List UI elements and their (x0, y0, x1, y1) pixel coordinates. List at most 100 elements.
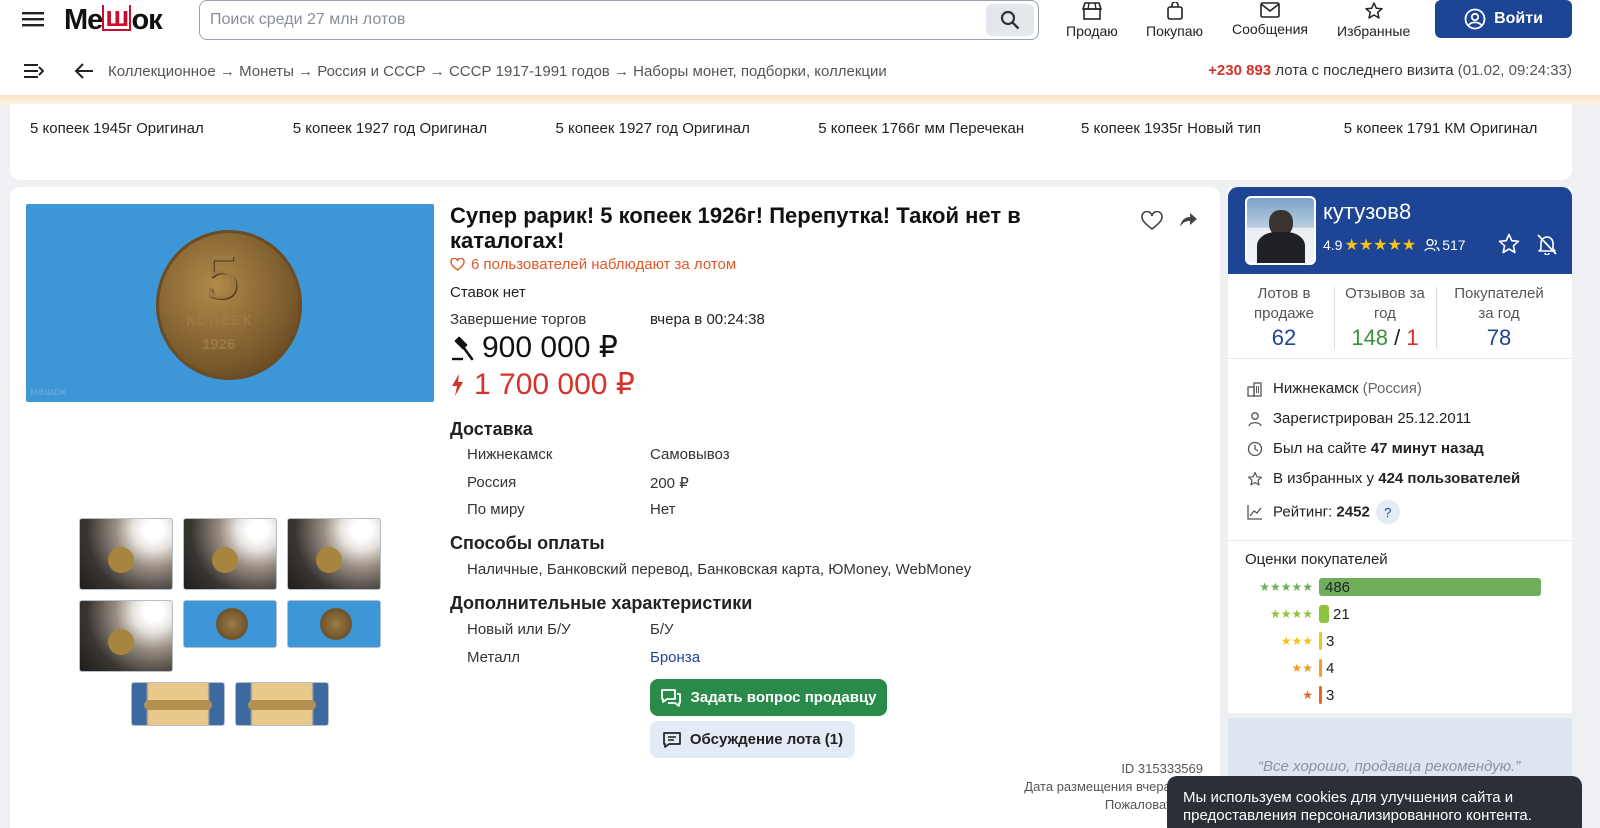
logo-text-end: ок (131, 3, 162, 36)
nav-favorites[interactable]: Избранные (1337, 2, 1410, 40)
delivery-key: Россия (467, 474, 517, 491)
rating-stars-icon: ★★★★★ (1344, 237, 1417, 254)
metal-link[interactable]: Бронза (650, 649, 700, 666)
search-bar (199, 0, 1039, 40)
buy-now-price: 1 700 000 ₽ (450, 367, 635, 402)
rating-bar: 4 (1319, 659, 1334, 677)
lot-thumbnail[interactable] (287, 518, 381, 590)
star-outline-icon (1247, 471, 1263, 485)
breadcrumb-item[interactable]: Монеты (239, 63, 294, 80)
stat-reviews[interactable]: Отзывов за год 148 / 1 (1335, 284, 1435, 350)
share-icon[interactable] (1178, 211, 1198, 229)
delivery-value: Самовывоз (650, 446, 730, 463)
related-lots: 5 копеек 1945г Оригинал 5 копеек 1927 го… (10, 104, 1572, 180)
related-lot-link[interactable]: 5 копеек 1766г мм Перечекан (818, 120, 1081, 180)
user-icon (1248, 411, 1262, 426)
nav-label: Покупаю (1146, 23, 1203, 39)
breadcrumb-item[interactable]: Наборы монет, подборки, коллекции (633, 63, 887, 80)
seller-avatar[interactable] (1245, 196, 1316, 265)
end-value: вчера в 00:24:38 (650, 311, 765, 328)
rating-count: 21 (1333, 605, 1350, 623)
seller-name[interactable]: кутузов8 (1323, 199, 1411, 225)
buyer-ratings-title: Оценки покупателей (1245, 551, 1388, 568)
rating-row[interactable]: ★★★★ 21 (1245, 604, 1350, 624)
lot-thumbnail[interactable] (79, 518, 173, 590)
related-lot-link[interactable]: 5 копеек 1935г Новый тип (1081, 120, 1344, 180)
payment-title: Способы оплаты (450, 533, 605, 553)
lightning-icon (452, 373, 463, 396)
favorite-seller-star-icon[interactable] (1498, 233, 1520, 255)
breadcrumb: Коллекционное → Монеты → Россия и СССР →… (108, 63, 887, 80)
rating-row[interactable]: ★★★ 3 (1245, 631, 1334, 651)
rating-row[interactable]: ★★★★★ 486 (1245, 577, 1541, 597)
ask-seller-label: Задать вопрос продавцу (690, 689, 877, 706)
related-lot-link[interactable]: 5 копеек 1945г Оригинал (30, 120, 293, 180)
favorites-label: В избранных у (1273, 470, 1375, 487)
divider (1228, 540, 1572, 541)
breadcrumb-item[interactable]: Коллекционное (108, 63, 216, 80)
lot-thumbnail[interactable] (287, 600, 381, 648)
payment-methods: Наличные, Банковский перевод, Банковская… (467, 561, 972, 578)
rating-stars-icon: ★★★★★ (1259, 580, 1313, 594)
search-button[interactable] (986, 4, 1034, 36)
nav-messages[interactable]: Сообщения (1232, 2, 1308, 40)
related-lot-link[interactable]: 5 копеек 1927 год Оригинал (293, 120, 556, 180)
nav-buy[interactable]: Покупаю (1146, 2, 1203, 40)
stat-lots-for-sale[interactable]: Лотов в продаже 62 (1234, 284, 1334, 349)
start-price-value: 900 000 ₽ (482, 331, 618, 364)
discussion-label: Обсуждение лота (1) (689, 731, 844, 748)
favorite-heart-icon[interactable] (1141, 211, 1163, 231)
extra-value: Б/У (650, 621, 674, 638)
rating-row[interactable]: ★ 3 (1245, 685, 1334, 705)
last-seen-label: Был на сайте (1273, 440, 1367, 457)
lot-thumbnail[interactable] (131, 682, 225, 726)
user-circle-icon (1464, 8, 1486, 30)
reviews-separator: / (1394, 325, 1401, 350)
lot-thumbnail[interactable] (79, 600, 173, 672)
bag-icon (1166, 2, 1183, 20)
nav-sell[interactable]: Продаю (1066, 2, 1118, 40)
extra-title: Дополнительные характеристики (450, 593, 753, 613)
stat-label: Отзывов за год (1345, 285, 1425, 322)
rating-bar: 3 (1319, 686, 1334, 704)
score-value: 2452 (1336, 503, 1370, 521)
registered-date: 25.12.2011 (1397, 410, 1472, 427)
users-icon (1424, 238, 1440, 252)
stat-buyers[interactable]: Покупателей за год 78 (1449, 284, 1549, 350)
comment-icon (663, 731, 681, 748)
logo-text: Ме (64, 3, 103, 36)
discussion-button[interactable]: Обсуждение лота (1) (650, 721, 855, 758)
related-lot-link[interactable]: 5 копеек 1927 год Оригинал (556, 120, 819, 180)
seller-score: Рейтинг: 2452? (1247, 500, 1400, 524)
delivery-key: По миру (467, 501, 525, 518)
divider (1228, 358, 1572, 359)
lot-id: ID 315333569 (1121, 761, 1203, 776)
breadcrumb-item[interactable]: Россия и СССР (317, 63, 425, 80)
rating-row[interactable]: ★★ 4 (1245, 658, 1334, 678)
menu-icon[interactable] (22, 10, 46, 30)
stat-value: 78 (1486, 325, 1512, 350)
help-icon[interactable]: ? (1375, 500, 1400, 524)
ask-seller-button[interactable]: Задать вопрос продавцу (650, 679, 887, 716)
sidebar-toggle-icon[interactable] (24, 63, 44, 79)
nav-label: Избранные (1337, 23, 1411, 39)
login-button[interactable]: Войти (1435, 0, 1572, 38)
notifications-off-icon[interactable] (1536, 233, 1558, 255)
site-logo[interactable]: Ме ш ок (64, 2, 163, 38)
related-lot-link[interactable]: 5 копеек 1791 КМ Оригинал (1344, 120, 1552, 180)
new-lots-indicator[interactable]: +230 893 лота с последнего визита (01.02… (1208, 62, 1572, 79)
breadcrumb-separator: → (429, 62, 445, 80)
nav-label: Сообщения (1232, 21, 1308, 37)
extra-key: Новый или Б/У (467, 621, 571, 638)
lot-thumbnail[interactable] (235, 682, 329, 726)
bids-status: Ставок нет (450, 284, 526, 301)
lot-thumbnail[interactable] (183, 600, 277, 648)
lot-thumbnail[interactable] (183, 518, 277, 590)
lot-main-image[interactable]: 5 КОПЕЕК 1926 мешок (26, 204, 434, 402)
divider (1436, 287, 1437, 349)
reviews-positive: 148 (1351, 325, 1389, 350)
search-input[interactable] (210, 9, 970, 31)
cookie-banner[interactable]: Мы используем cookies для улучшения сайт… (1167, 776, 1582, 828)
breadcrumb-item[interactable]: СССР 1917-1991 годов (449, 63, 610, 80)
back-arrow-icon[interactable] (74, 63, 94, 79)
